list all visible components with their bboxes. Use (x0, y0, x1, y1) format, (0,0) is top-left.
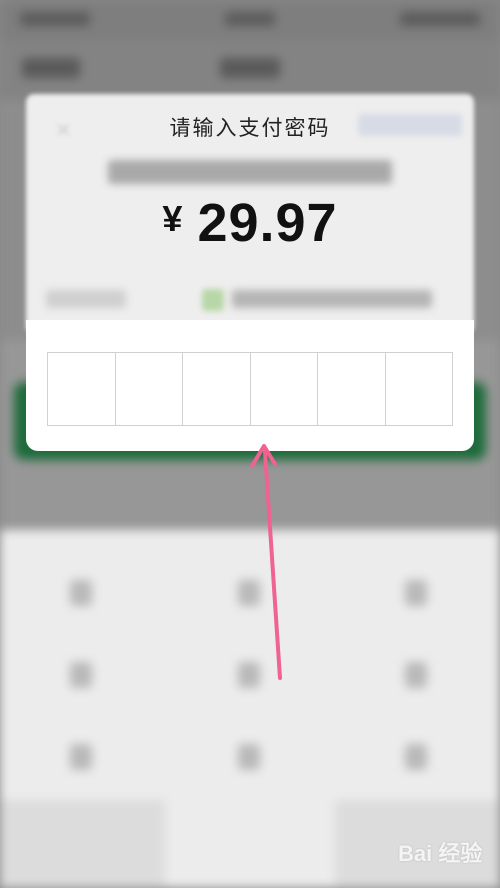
annotation-arrow (250, 444, 282, 680)
watermark: Bai 经验 (360, 828, 483, 872)
watermark-text: Bai 经验 (398, 841, 483, 866)
arrow-shaft (263, 450, 282, 680)
